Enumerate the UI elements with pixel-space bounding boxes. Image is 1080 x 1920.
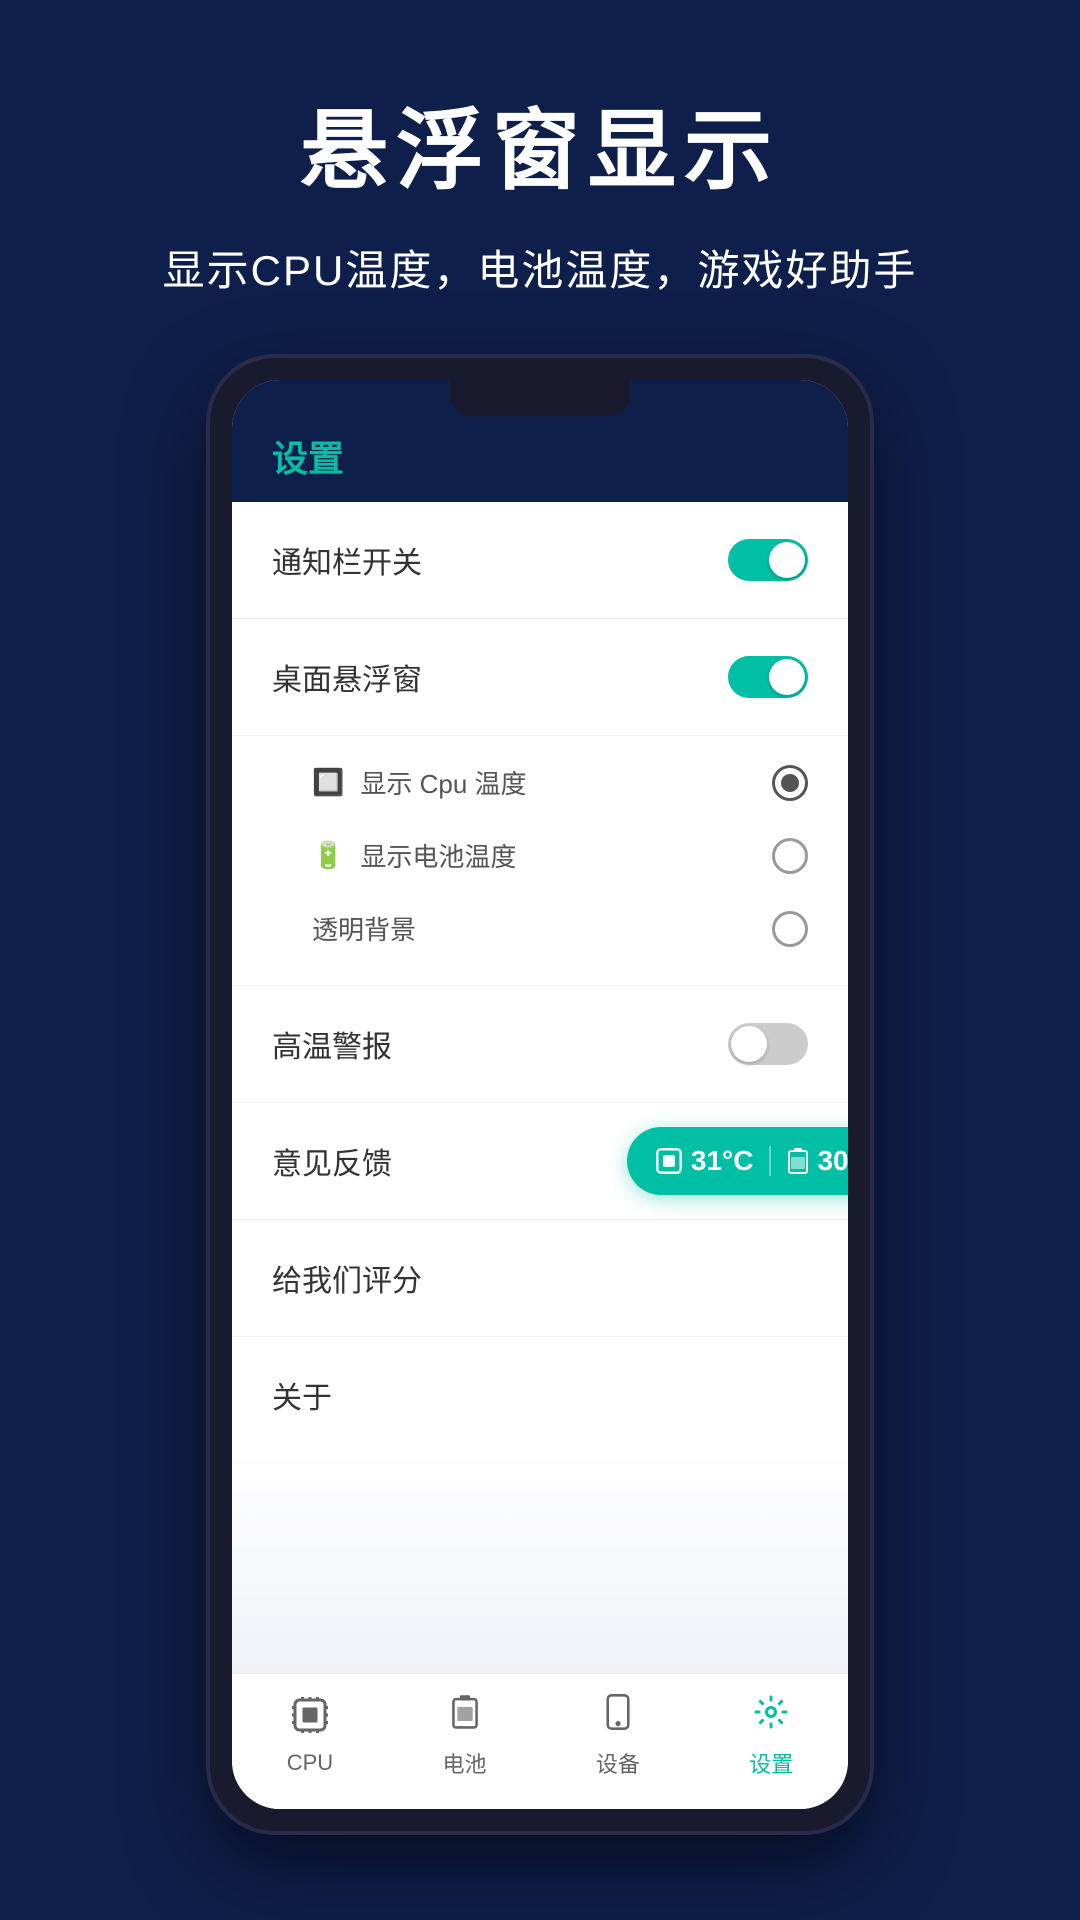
cpu-temp-value: 31°C — [691, 1145, 754, 1177]
battery-nav-icon — [449, 1694, 481, 1739]
high-temp-alert-thumb — [731, 1026, 767, 1062]
sub-options-section: 🔲 显示 Cpu 温度 🔋 显示电池温度 — [232, 736, 848, 986]
device-nav-label: 设备 — [596, 1747, 640, 1779]
float-divider — [769, 1146, 771, 1176]
notification-toggle-row: 通知栏开关 — [232, 502, 848, 619]
show-cpu-temp-radio[interactable] — [772, 765, 808, 801]
cpu-icon: 🔲 — [312, 767, 344, 798]
show-battery-temp-label: 显示电池温度 — [360, 837, 516, 874]
show-cpu-temp-option[interactable]: 🔲 显示 Cpu 温度 — [312, 746, 808, 819]
settings-nav-label: 设置 — [749, 1747, 793, 1779]
cpu-temp-display: 31°C — [655, 1145, 754, 1177]
transparent-bg-label: 透明背景 — [312, 910, 416, 947]
battery-nav-label: 电池 — [443, 1747, 487, 1779]
show-battery-temp-option[interactable]: 🔋 显示电池温度 — [312, 819, 808, 892]
settings-nav-icon — [753, 1694, 789, 1739]
settings-list: 通知栏开关 桌面悬浮窗 🔲 — [232, 502, 848, 1673]
high-temp-alert-label: 高温警报 — [272, 1022, 392, 1066]
notification-toggle[interactable] — [728, 539, 808, 581]
transparent-bg-radio[interactable] — [772, 911, 808, 947]
header-section: 悬浮窗显示 显示CPU温度，电池温度，游戏好助手 — [0, 0, 1080, 338]
cpu-nav-label: CPU — [287, 1750, 333, 1776]
cpu-nav-icon — [292, 1697, 328, 1742]
feedback-row: 意见反馈 — [232, 1103, 848, 1220]
battery-temp-value: 30°C — [817, 1145, 848, 1177]
show-cpu-temp-label: 显示 Cpu 温度 — [360, 764, 526, 801]
phone-screen: 设置 通知栏开关 桌面悬浮窗 — [232, 380, 848, 1809]
battery-temp-icon — [787, 1147, 809, 1175]
transparent-bg-left: 透明背景 — [312, 910, 416, 947]
show-battery-temp-left: 🔋 显示电池温度 — [312, 837, 516, 874]
main-title: 悬浮窗显示 — [0, 80, 1080, 207]
nav-item-settings[interactable]: 设置 — [749, 1694, 793, 1779]
subtitle: 显示CPU温度，电池温度，游戏好助手 — [0, 237, 1080, 298]
float-window-toggle-thumb — [769, 659, 805, 695]
high-temp-alert-row: 高温警报 — [232, 986, 848, 1103]
float-window-toggle[interactable] — [728, 656, 808, 698]
rate-row[interactable]: 给我们评分 — [232, 1220, 848, 1337]
about-row[interactable]: 关于 — [232, 1337, 848, 1453]
float-window-toggle-row: 桌面悬浮窗 — [232, 619, 848, 736]
notification-toggle-label: 通知栏开关 — [272, 538, 422, 582]
battery-temp-display: 30°C — [787, 1145, 848, 1177]
notification-toggle-thumb — [769, 542, 805, 578]
nav-item-cpu[interactable]: CPU — [287, 1697, 333, 1776]
phone-mockup: 设置 通知栏开关 桌面悬浮窗 — [210, 358, 870, 1831]
battery-small-icon: 🔋 — [312, 840, 344, 871]
rate-label: 给我们评分 — [272, 1256, 422, 1300]
nav-item-battery[interactable]: 电池 — [443, 1694, 487, 1779]
show-cpu-temp-left: 🔲 显示 Cpu 温度 — [312, 764, 527, 801]
phone-notch — [450, 380, 630, 416]
bottom-nav: CPU 电池 — [232, 1673, 848, 1809]
cpu-temp-icon — [655, 1147, 683, 1175]
empty-space — [232, 1453, 848, 1673]
transparent-bg-option[interactable]: 透明背景 — [312, 892, 808, 965]
device-nav-icon — [604, 1694, 632, 1739]
phone-frame: 设置 通知栏开关 桌面悬浮窗 — [210, 358, 870, 1831]
high-temp-alert-toggle[interactable] — [728, 1023, 808, 1065]
feedback-label: 意见反馈 — [272, 1139, 392, 1183]
screen-title: 设置 — [272, 430, 808, 482]
float-window-toggle-label: 桌面悬浮窗 — [272, 655, 422, 699]
nav-item-device[interactable]: 设备 — [596, 1694, 640, 1779]
show-battery-temp-radio[interactable] — [772, 838, 808, 874]
about-label: 关于 — [272, 1373, 332, 1417]
float-temperature-widget[interactable]: 31°C 30°C — [627, 1127, 848, 1195]
